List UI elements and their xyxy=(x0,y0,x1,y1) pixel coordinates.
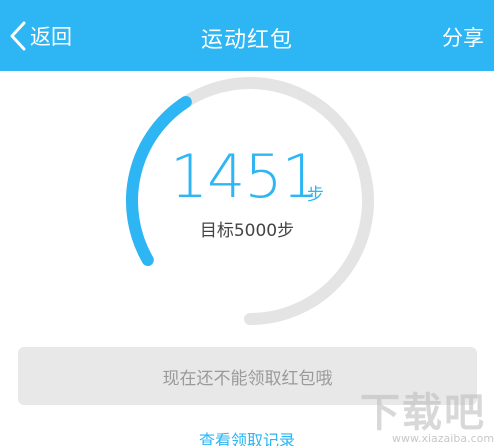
page-title: 运动红包 xyxy=(200,28,293,53)
step-count: 1451 xyxy=(170,142,320,212)
step-goal: 目标5000步 xyxy=(199,221,295,241)
watermark-logo: 下载吧 www.xiazaiba.com xyxy=(356,380,494,446)
step-unit: 步 xyxy=(307,185,324,205)
app-header: 返回 运动红包 分享 xyxy=(0,0,494,71)
share-button[interactable]: 分享 xyxy=(442,22,484,52)
watermark-text: 下载吧 xyxy=(360,390,486,436)
watermark-url: www.xiazaiba.com xyxy=(392,432,494,445)
